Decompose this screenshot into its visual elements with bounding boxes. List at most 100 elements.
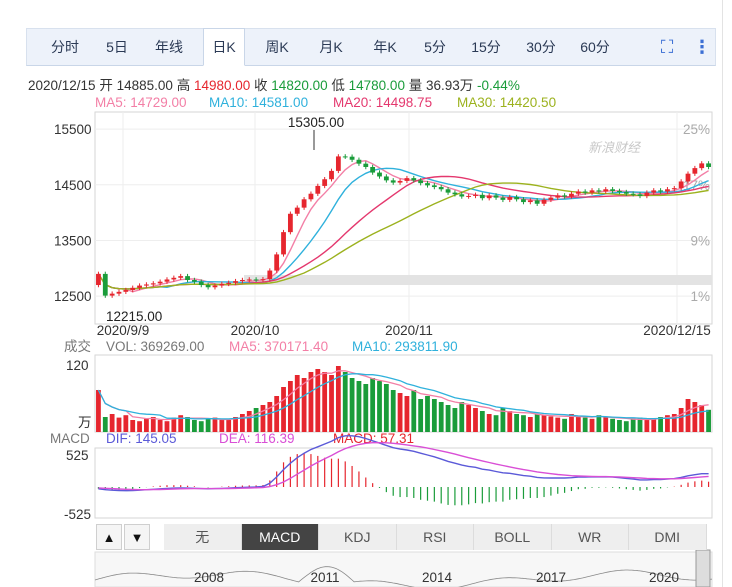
- indicator-button-3[interactable]: RSI: [396, 524, 474, 550]
- candle-body: [349, 156, 355, 160]
- candle-body: [397, 180, 403, 183]
- volume-bar: [171, 417, 177, 432]
- candle-body: [706, 163, 711, 167]
- volume-bar: [281, 387, 286, 432]
- candle-body: [370, 166, 376, 173]
- candle-body: [651, 190, 657, 193]
- ma10-line: [97, 167, 709, 290]
- volume-bar: [527, 417, 533, 432]
- volume-bar: [596, 415, 602, 432]
- candle-body: [671, 188, 677, 190]
- candle-body: [116, 291, 122, 294]
- volume-bar: [260, 405, 266, 432]
- candle-body: [507, 197, 513, 200]
- volume-bar: [452, 408, 458, 432]
- volume-bar: [109, 414, 115, 432]
- candle-body: [514, 197, 520, 200]
- volume-ma10-line: [97, 373, 709, 420]
- scroll-up-button[interactable]: ▲: [96, 524, 122, 550]
- candle-body: [404, 178, 410, 181]
- volume-bar: [555, 417, 561, 432]
- volume-bar: [431, 399, 437, 432]
- volume-bar: [349, 378, 355, 432]
- volume-bar: [623, 421, 629, 432]
- volume-bar: [459, 402, 465, 432]
- candle-body: [294, 207, 300, 214]
- navigator-year-label: 2014: [422, 570, 453, 585]
- candle-body: [157, 281, 163, 284]
- volume-bar: [370, 378, 376, 432]
- candle-body: [582, 191, 588, 193]
- candle-body: [431, 185, 437, 188]
- volume-bar: [356, 381, 362, 432]
- volume-title: 成交: [64, 338, 91, 354]
- volume-bar: [329, 375, 334, 432]
- volume-bar: [246, 411, 252, 432]
- indicator-button-0[interactable]: 无: [164, 524, 242, 550]
- candle-body: [178, 276, 184, 278]
- candle-body: [617, 190, 622, 193]
- candle-body: [418, 180, 424, 184]
- candle-body: [575, 191, 581, 194]
- candle-body: [541, 199, 547, 204]
- volume-bar: [274, 396, 280, 432]
- y-tick-label: 15500: [54, 122, 92, 137]
- scroll-down-button[interactable]: ▼: [124, 524, 150, 550]
- candle-body: [486, 195, 492, 199]
- candle-body: [212, 285, 218, 288]
- indicator-button-1[interactable]: MACD: [241, 524, 319, 550]
- candle-body: [555, 195, 561, 198]
- x-tick-label: 2020/10: [231, 323, 280, 338]
- volume-bar: [123, 415, 129, 432]
- volume-bar: [617, 420, 622, 432]
- volume-bar: [96, 390, 101, 432]
- candle-body: [260, 279, 266, 281]
- volume-unit: 万: [78, 415, 92, 430]
- indicator-button-6[interactable]: DMI: [629, 524, 707, 550]
- candle-body: [301, 199, 307, 208]
- candle-body: [425, 183, 430, 186]
- navigator-frame: [94, 551, 713, 587]
- volume-bar: [301, 378, 307, 432]
- y-tick-label: 13500: [54, 233, 92, 248]
- candle-body: [479, 194, 485, 199]
- volume-bar: [479, 411, 485, 432]
- candle-body: [521, 199, 526, 203]
- macd-panel-frame: [94, 447, 713, 519]
- candle-body: [281, 232, 286, 255]
- candle-body: [377, 172, 382, 177]
- volume-bar: [342, 372, 348, 432]
- volume-bar: [466, 405, 472, 432]
- navigator-year-label: 2017: [536, 570, 566, 585]
- indicator-button-5[interactable]: WR: [551, 524, 629, 550]
- volume-bar: [603, 417, 609, 432]
- volume-bar: [418, 399, 424, 432]
- candle-body: [205, 285, 211, 288]
- pct-tick-label: 1%: [690, 289, 710, 304]
- kline-chart[interactable]: 1550014500135001250025%17%9%1%2020/9/9 20…: [0, 0, 732, 587]
- volume-bar: [610, 418, 615, 432]
- candle-body: [329, 170, 334, 180]
- indicator-button-4[interactable]: BOLL: [474, 524, 552, 550]
- volume-bar: [363, 384, 369, 432]
- indicator-button-2[interactable]: KDJ: [319, 524, 397, 550]
- candle-body: [342, 156, 348, 158]
- candle-body: [356, 159, 362, 164]
- volume-bar: [425, 396, 430, 432]
- candle-body: [678, 181, 684, 189]
- candle-body: [363, 163, 369, 167]
- navigator-year-label: 2011: [310, 570, 339, 585]
- navigator-handle: [695, 549, 711, 587]
- candle-body: [171, 277, 177, 280]
- volume-ma5-line: [97, 370, 709, 421]
- candle-body: [500, 197, 506, 200]
- volume-bar: [562, 418, 568, 432]
- candle-body: [411, 178, 417, 181]
- navigator-year-label: 2020: [649, 570, 679, 585]
- candle-body: [267, 270, 273, 280]
- min-price-annotation: 12215.00: [106, 309, 162, 324]
- candle-body: [569, 193, 574, 197]
- navigator-year-label: 2008: [194, 570, 224, 585]
- watermark-logo: 新浪财经: [588, 140, 642, 155]
- volume-bar: [438, 402, 444, 432]
